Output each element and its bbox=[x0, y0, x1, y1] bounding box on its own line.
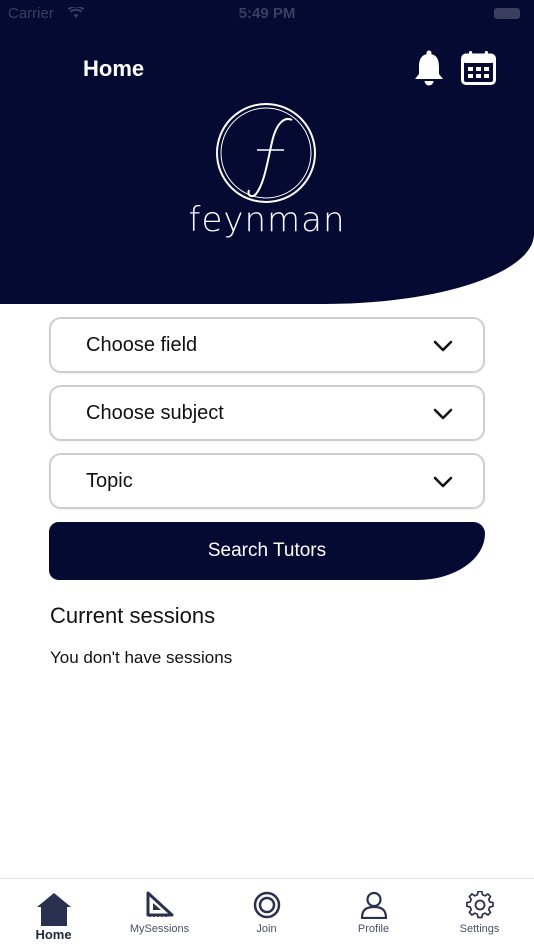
tab-home-label: Home bbox=[35, 927, 72, 942]
logo-text: feynman bbox=[188, 200, 346, 240]
field-select-label: Choose field bbox=[86, 334, 198, 356]
header: Carrier 5:49 PM Home feynman bbox=[0, 0, 534, 304]
tab-mysessions-label: MySessions bbox=[129, 923, 190, 935]
target-circle-icon bbox=[253, 891, 280, 919]
bell-icon[interactable] bbox=[413, 50, 445, 86]
calendar-icon[interactable] bbox=[461, 51, 496, 85]
chevron-down-icon bbox=[433, 340, 453, 352]
status-time: 5:49 PM bbox=[238, 5, 296, 22]
gear-icon bbox=[465, 891, 494, 919]
battery-icon bbox=[494, 8, 520, 19]
tab-profile[interactable]: Profile bbox=[320, 879, 427, 950]
tab-mysessions[interactable]: MySessions bbox=[106, 879, 213, 950]
set-square-icon bbox=[146, 891, 173, 917]
chevron-down-icon bbox=[433, 408, 453, 420]
page-title: Home bbox=[83, 56, 145, 81]
topic-select[interactable]: Topic bbox=[49, 453, 485, 509]
tab-join-label: Join bbox=[256, 923, 277, 935]
tab-settings[interactable]: Settings bbox=[426, 879, 533, 950]
tab-settings-label: Settings bbox=[459, 923, 500, 935]
tab-join[interactable]: Join bbox=[213, 879, 320, 950]
person-icon bbox=[360, 891, 387, 919]
field-select[interactable]: Choose field bbox=[49, 317, 485, 373]
chevron-down-icon bbox=[433, 476, 453, 488]
tab-home[interactable]: Home bbox=[0, 879, 107, 950]
status-bar: Carrier 5:49 PM bbox=[0, 0, 534, 26]
tab-profile-label: Profile bbox=[357, 923, 390, 935]
topic-select-label: Topic bbox=[86, 470, 133, 492]
current-sessions-title: Current sessions bbox=[50, 603, 216, 628]
tab-bar: Home MySessions Join Profile Settings bbox=[0, 878, 534, 950]
subject-select-label: Choose subject bbox=[86, 402, 224, 424]
subject-select[interactable]: Choose subject bbox=[49, 385, 485, 441]
home-icon bbox=[36, 893, 71, 926]
search-tutors-button[interactable]: Search Tutors bbox=[49, 522, 485, 580]
no-sessions-message: You don't have sessions bbox=[50, 648, 233, 667]
